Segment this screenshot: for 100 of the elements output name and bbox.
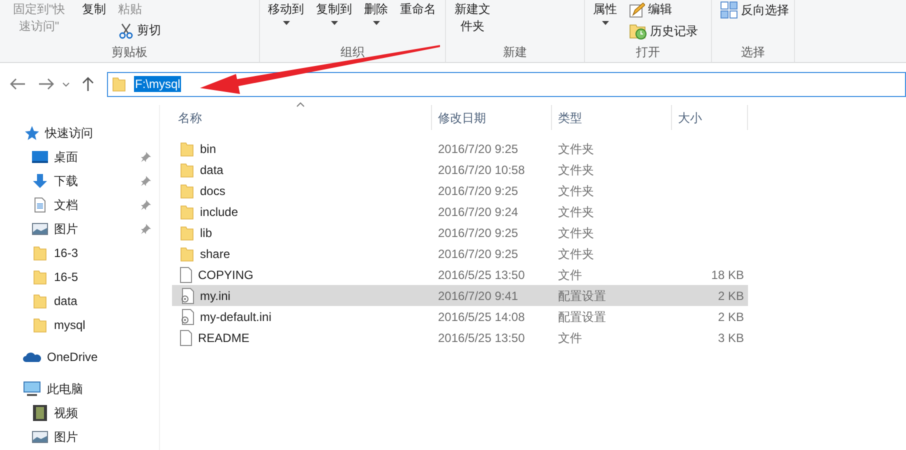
file-date: 2016/7/20 9:24	[438, 204, 518, 218]
file-name: data	[200, 162, 224, 178]
file-type: 文件	[558, 268, 582, 282]
sidebar-item[interactable]: mysql	[0, 313, 159, 337]
folder-icon	[112, 76, 126, 92]
file-name: bin	[200, 140, 216, 158]
sort-up-icon	[296, 102, 305, 107]
file-row[interactable]: my-default.ini 2016/5/25 14:08 配置设置 2 KB	[172, 306, 748, 327]
file-type: 文件	[558, 330, 582, 344]
sidebar-item[interactable]: 文档	[0, 193, 159, 217]
star-icon	[23, 125, 39, 141]
ribbon-command[interactable]: 新建文件夹	[452, 1, 493, 35]
caret-down-icon	[282, 21, 290, 25]
file-type: 文件夹	[558, 162, 594, 176]
file-row[interactable]: my.ini 2016/7/20 9:41 配置设置 2 KB	[172, 285, 748, 306]
sidebar-item[interactable]: 图片	[0, 425, 159, 449]
sidebar-item[interactable]: 快速访问	[0, 121, 159, 145]
ribbon-command[interactable]: 移动到	[266, 1, 306, 25]
file-row[interactable]: docs 2016/7/20 9:25 文件夹	[172, 180, 748, 201]
column-header[interactable]: 类型	[552, 105, 672, 130]
file-row[interactable]: share 2016/7/20 9:25 文件夹	[172, 243, 748, 264]
folder-icon	[180, 140, 194, 156]
caret-down-icon	[372, 21, 380, 25]
ribbon-group-label: 选择	[740, 44, 766, 60]
ribbon-command[interactable]: 剪切	[116, 22, 163, 39]
monitor-icon	[23, 381, 41, 397]
file-date: 2016/7/20 9:25	[438, 246, 518, 260]
picture-icon	[32, 223, 48, 235]
file-name: README	[198, 330, 250, 346]
file-date: 2016/7/20 9:25	[438, 142, 518, 156]
folder-icon	[33, 317, 47, 333]
address-field[interactable]: F:\mysql	[107, 72, 906, 96]
caret-down-icon	[602, 21, 608, 25]
ribbon-command[interactable]: 属性	[591, 1, 619, 25]
chevron-down-icon[interactable]	[62, 82, 70, 86]
file-type: 文件夹	[558, 142, 594, 156]
file-row[interactable]: lib 2016/7/20 9:25 文件夹	[172, 222, 748, 243]
download-arrow-icon	[32, 173, 48, 189]
folder-icon	[33, 293, 47, 309]
file-date: 2016/7/20 9:41	[438, 288, 518, 302]
file-name: docs	[200, 182, 226, 200]
folder-icon	[33, 269, 47, 285]
file-row[interactable]: bin 2016/7/20 9:25 文件夹	[172, 138, 748, 159]
file-name: include	[200, 204, 238, 220]
file-type: 配置设置	[558, 288, 606, 302]
forward-icon[interactable]	[38, 78, 54, 90]
sidebar-item[interactable]: 视频	[0, 401, 159, 425]
column-header[interactable]: 大小	[672, 105, 748, 130]
ribbon-command[interactable]: 删除	[362, 1, 390, 25]
desktop-icon	[32, 150, 48, 164]
file-row[interactable]: include 2016/7/20 9:24 文件夹	[172, 201, 748, 222]
sidebar-item[interactable]: OneDrive	[0, 345, 159, 369]
gear-file-icon	[180, 288, 194, 304]
ribbon-command[interactable]: 反向选择	[718, 1, 791, 19]
film-icon	[33, 405, 47, 421]
file-size: 18 KB	[711, 268, 744, 282]
ribbon-command[interactable]: 复制	[80, 1, 108, 18]
file-date: 2016/7/20 9:25	[438, 184, 518, 198]
file-date: 2016/5/25 13:50	[438, 330, 525, 344]
ribbon-command[interactable]: 复制到	[314, 1, 354, 25]
document-icon	[34, 197, 46, 213]
scissors-icon	[118, 22, 134, 38]
file-name: my-default.ini	[200, 308, 272, 326]
file-row[interactable]: README 2016/5/25 13:50 文件 3 KB	[172, 327, 748, 348]
ribbon-command[interactable]: 编辑	[627, 1, 674, 18]
file-type: 配置设置	[558, 310, 606, 324]
file-date: 2016/7/20 9:25	[438, 226, 518, 240]
file-name: my.ini	[200, 288, 230, 304]
sidebar-item[interactable]: 下载	[0, 169, 159, 193]
folder-icon	[180, 246, 194, 262]
file-size: 2 KB	[718, 288, 744, 302]
file-row[interactable]: COPYING 2016/5/25 13:50 文件 18 KB	[172, 264, 748, 285]
file-type: 文件夹	[558, 246, 594, 260]
sidebar-item[interactable]: 桌面	[0, 145, 159, 169]
ribbon-group-label: 打开	[635, 44, 661, 60]
ribbon-command[interactable]: 历史记录	[627, 22, 700, 40]
ribbon-command[interactable]: 重命名	[398, 1, 438, 18]
ribbon-group-label: 新建	[502, 44, 528, 60]
file-type: 文件夹	[558, 226, 594, 240]
file-date: 2016/5/25 14:08	[438, 310, 525, 324]
file-name: COPYING	[198, 266, 254, 284]
up-icon[interactable]	[82, 77, 94, 91]
column-header[interactable]: 名称	[172, 105, 432, 130]
file-name: lib	[200, 224, 212, 242]
file-size: 2 KB	[718, 310, 744, 324]
back-icon[interactable]	[10, 78, 26, 90]
history-icon	[629, 22, 647, 40]
sidebar-item[interactable]: 图片	[0, 217, 159, 241]
sidebar-item[interactable]: 16-5	[0, 265, 159, 289]
gear-file-icon	[180, 308, 194, 324]
caret-down-icon	[330, 21, 338, 25]
folder-icon	[33, 245, 47, 261]
file-row[interactable]: data 2016/7/20 10:58 文件夹	[172, 159, 748, 180]
sidebar-item[interactable]: 此电脑	[0, 377, 159, 401]
sidebar-item[interactable]: data	[0, 289, 159, 313]
column-header[interactable]: 修改日期	[432, 105, 552, 130]
file-date: 2016/5/25 13:50	[438, 268, 525, 282]
sidebar-item[interactable]: 16-3	[0, 241, 159, 265]
file-icon	[180, 330, 192, 346]
folder-icon	[180, 224, 194, 240]
